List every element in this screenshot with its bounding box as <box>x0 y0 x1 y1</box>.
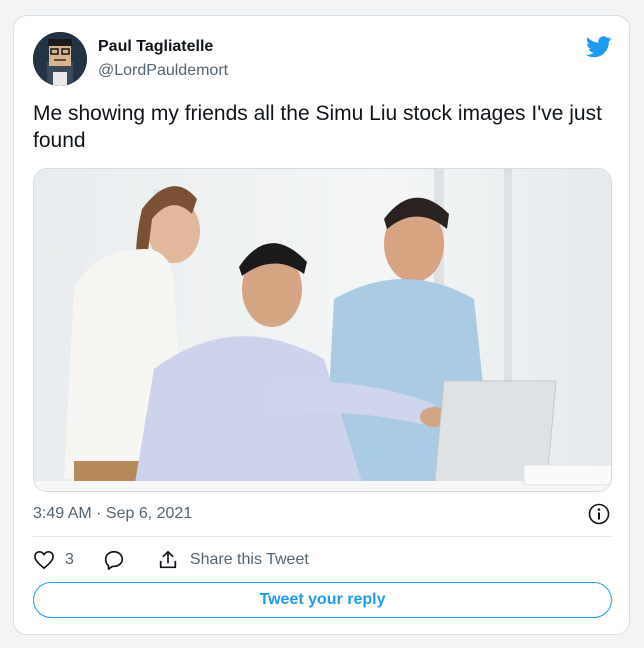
like-count: 3 <box>65 551 74 568</box>
share-label: Share this Tweet <box>189 551 309 568</box>
avatar[interactable] <box>33 32 87 86</box>
tweet-card: Paul Tagliatelle @LordPauldemort Me show… <box>13 15 630 635</box>
share-icon <box>159 550 177 569</box>
author-handle[interactable]: @LordPauldemort <box>98 62 228 80</box>
twitter-bird-icon[interactable] <box>586 36 612 58</box>
reply-bubble-icon <box>104 550 123 570</box>
tweet-reply-button[interactable]: Tweet your reply <box>33 582 612 618</box>
info-icon[interactable] <box>588 503 610 525</box>
share-action[interactable]: Share this Tweet <box>157 549 309 571</box>
like-action[interactable]: 3 <box>33 550 74 570</box>
tweet-text: Me showing my friends all the Simu Liu s… <box>33 102 602 152</box>
tweet-timestamp[interactable]: 3:49 AM · Sep 6, 2021 <box>33 505 192 523</box>
action-bar: 3 Share this Tweet <box>33 548 309 572</box>
heart-icon <box>34 550 54 570</box>
author-name[interactable]: Paul Tagliatelle <box>98 38 213 56</box>
divider <box>33 536 612 537</box>
reply-action[interactable] <box>103 549 125 571</box>
tweet-photo[interactable] <box>33 168 612 492</box>
